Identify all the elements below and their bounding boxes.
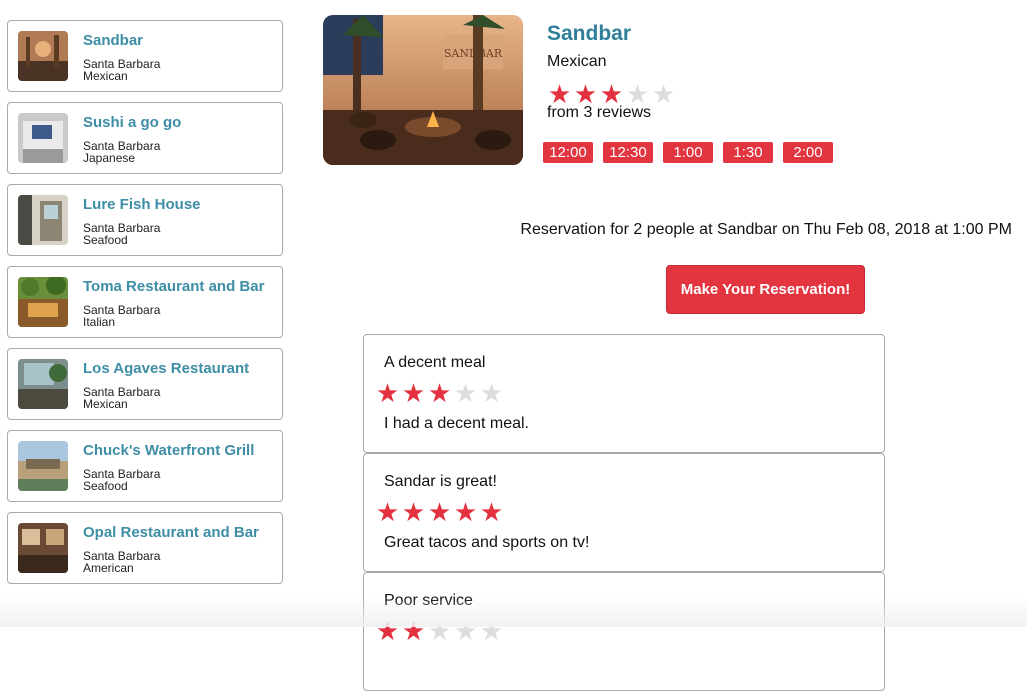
restaurant-thumbnail: [18, 31, 68, 81]
star-filled-icon: ★: [375, 378, 400, 408]
review-count: from 3 reviews: [547, 104, 652, 121]
restaurant-card[interactable]: Toma Restaurant and Bar Santa Barbara It…: [7, 266, 283, 338]
restaurant-name[interactable]: Opal Restaurant and Bar: [83, 524, 259, 541]
review-body: Great tacos and sports on tv!: [384, 534, 590, 551]
restaurant-cuisine: American: [83, 561, 134, 575]
restaurant-name[interactable]: Los Agaves Restaurant: [83, 360, 249, 377]
star-empty-icon: ★: [453, 378, 478, 408]
restaurant-card[interactable]: Chuck's Waterfront Grill Santa Barbara S…: [7, 430, 283, 502]
restaurant-thumbnail: [18, 277, 68, 327]
restaurant-thumbnail: [18, 359, 68, 409]
star-filled-icon: ★: [401, 378, 426, 408]
reservation-summary: Reservation for 2 people at Sandbar on T…: [520, 221, 1012, 238]
restaurant-thumbnail: [18, 523, 68, 573]
star-filled-icon: ★: [453, 497, 478, 527]
star-empty-icon: ★: [651, 79, 676, 109]
time-slot-button[interactable]: 12:30: [603, 142, 653, 163]
review-card: Poor service ★★★★★: [363, 572, 885, 691]
restaurant-thumbnail: [18, 441, 68, 491]
review-card: A decent meal ★ ★ ★ ★ ★ I had a decent meal.: [363, 334, 885, 453]
restaurant-card[interactable]: Sandbar Santa Barbara Mexican: [7, 20, 283, 92]
restaurant-card[interactable]: Sushi a go go Santa Barbara Japanese: [7, 102, 283, 174]
restaurant-name[interactable]: Sandbar: [83, 32, 143, 49]
restaurant-card[interactable]: Opal Restaurant and Bar Santa Barbara Am…: [7, 512, 283, 584]
time-slot-list: 12:00 12:30 1:00 1:30 2:00: [543, 142, 833, 163]
star-filled-icon: ★: [427, 497, 452, 527]
time-slot-button[interactable]: 2:00: [783, 142, 833, 163]
review-title: Sandar is great!: [384, 473, 497, 490]
make-reservation-button[interactable]: Make Your Reservation!: [666, 265, 865, 314]
review-card: Sandar is great! ★ ★ ★ ★ ★ Great tacos and s…: [363, 453, 885, 572]
restaurant-name[interactable]: Sushi a go go: [83, 114, 181, 131]
restaurant-hero-image: SANDBAR: [323, 15, 523, 165]
restaurant-title: Sandbar: [547, 22, 632, 45]
restaurant-card[interactable]: Lure Fish House Santa Barbara Seafood: [7, 184, 283, 256]
restaurant-card[interactable]: Los Agaves Restaurant Santa Barbara Mexi…: [7, 348, 283, 420]
star-empty-icon: ★: [479, 378, 504, 408]
time-slot-button[interactable]: 1:30: [723, 142, 773, 163]
time-slot-button[interactable]: 12:00: [543, 142, 593, 163]
restaurant-cuisine: Mexican: [83, 397, 128, 411]
restaurant-cuisine: Seafood: [83, 479, 128, 493]
review-rating-stars: ★ ★ ★ ★ ★: [375, 499, 504, 525]
review-title: A decent meal: [384, 354, 486, 371]
review-rating-stars: ★ ★ ★ ★ ★: [375, 380, 504, 406]
star-filled-icon: ★: [479, 497, 504, 527]
time-slot-button[interactable]: 1:00: [663, 142, 713, 163]
restaurant-name[interactable]: Chuck's Waterfront Grill: [83, 442, 254, 459]
star-filled-icon: ★: [427, 378, 452, 408]
restaurant-thumbnail: [18, 195, 68, 245]
restaurant-cuisine: Japanese: [83, 151, 136, 165]
star-filled-icon: ★: [375, 497, 400, 527]
restaurant-name[interactable]: Toma Restaurant and Bar: [83, 278, 264, 295]
restaurant-cuisine: Seafood: [83, 233, 128, 247]
review-body: I had a decent meal.: [384, 415, 529, 432]
restaurant-cuisine: Mexican: [83, 69, 128, 83]
restaurant-name[interactable]: Lure Fish House: [83, 196, 201, 213]
restaurant-cuisine-label: Mexican: [547, 53, 607, 70]
restaurant-cuisine: Italian: [83, 315, 116, 329]
restaurant-thumbnail: [18, 113, 68, 163]
restaurant-list: Sandbar Santa Barbara Mexican Sushi a go…: [7, 20, 283, 594]
star-filled-icon: ★: [401, 497, 426, 527]
scroll-fade: [0, 597, 1027, 627]
